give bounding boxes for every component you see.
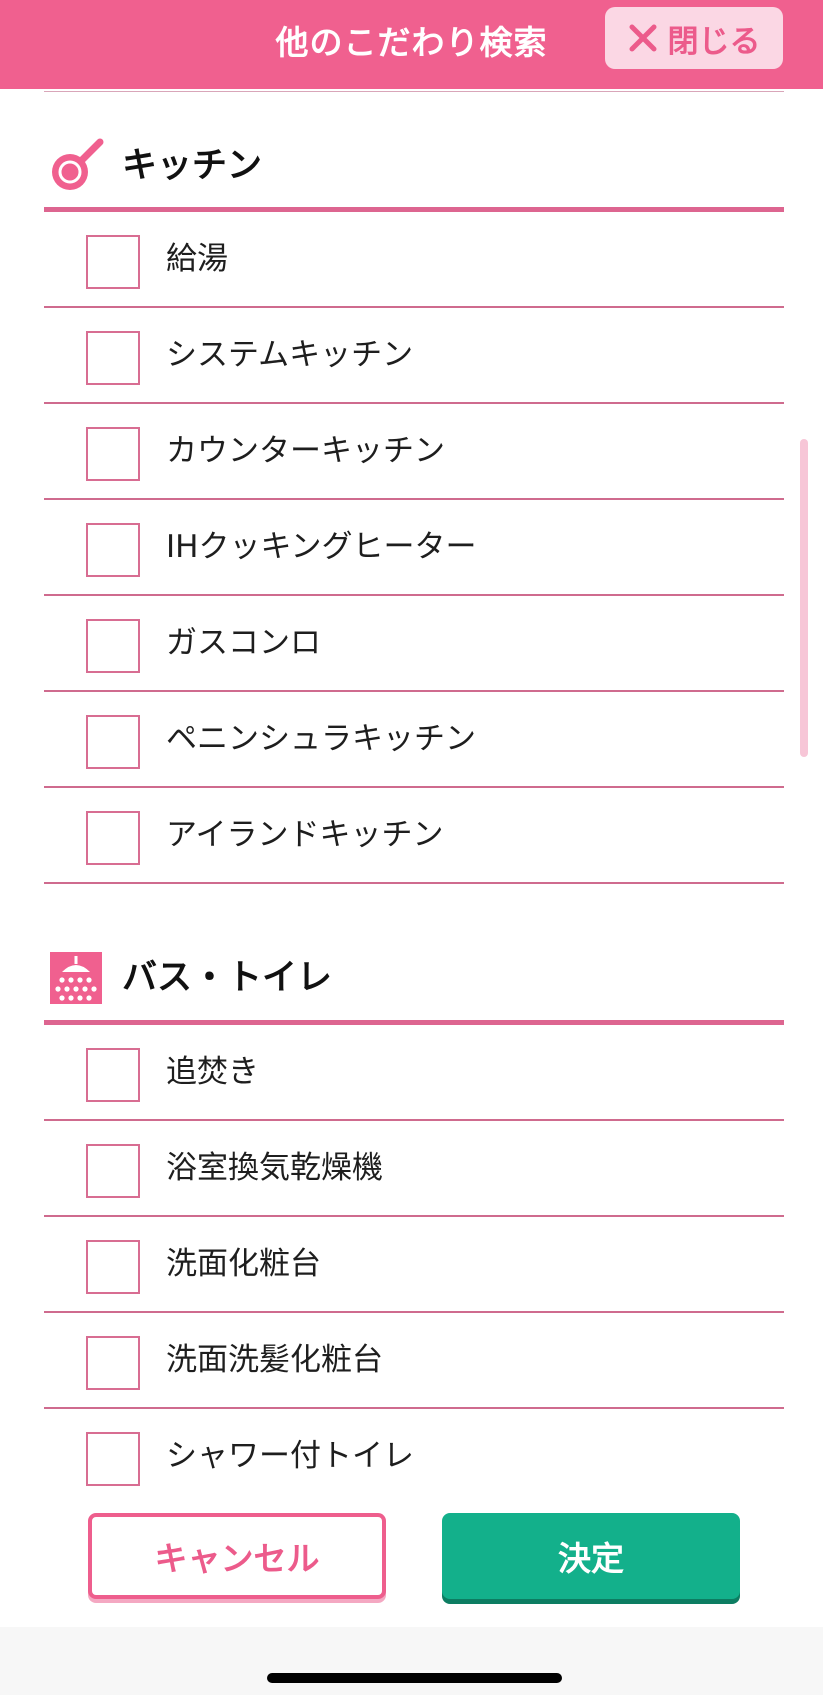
- checkbox-label: 浴室換気乾燥機: [166, 1150, 383, 1186]
- divider: [44, 91, 784, 92]
- checkbox-row[interactable]: 浴室換気乾燥機: [44, 1121, 784, 1217]
- checkbox[interactable]: [86, 235, 140, 289]
- checkbox-row[interactable]: 給湯: [44, 212, 784, 308]
- checkbox-label: IHクッキングヒーター: [166, 529, 477, 565]
- checkbox-label: ガスコンロ: [166, 625, 321, 661]
- close-icon: [629, 24, 656, 52]
- home-indicator[interactable]: [267, 1673, 562, 1683]
- checkbox-label: 洗面化粧台: [166, 1246, 321, 1282]
- filter-list[interactable]: キッチン 給湯 システムキッチン カウンターキッチン IHクッキングヒーター ガ…: [0, 89, 823, 1489]
- checkbox-row[interactable]: アイランドキッチン: [44, 788, 784, 884]
- header-bar: 他のこだわり検索 閉じる: [0, 0, 823, 89]
- checkbox-label: 洗面洗髪化粧台: [166, 1342, 383, 1378]
- checkbox-row[interactable]: システムキッチン: [44, 308, 784, 404]
- checkbox-label: アイランドキッチン: [166, 817, 444, 853]
- system-home-area: [0, 1627, 823, 1695]
- checkbox[interactable]: [86, 1240, 140, 1294]
- checkbox-label: 追焚き: [166, 1054, 259, 1090]
- checkbox-row[interactable]: ガスコンロ: [44, 596, 784, 692]
- checkbox[interactable]: [86, 1144, 140, 1198]
- footer-actions: キャンセル 決定: [0, 1489, 823, 1627]
- checkbox-row[interactable]: カウンターキッチン: [44, 404, 784, 500]
- checkbox-label: システムキッチン: [166, 337, 414, 373]
- checkbox-row[interactable]: 洗面化粧台: [44, 1217, 784, 1313]
- checkbox[interactable]: [86, 523, 140, 577]
- close-button-label: 閉じる: [667, 23, 761, 60]
- shower-icon: [50, 952, 102, 1004]
- checkbox[interactable]: [86, 811, 140, 865]
- checkbox[interactable]: [86, 1336, 140, 1390]
- checkbox-label: カウンターキッチン: [166, 433, 445, 469]
- checkbox[interactable]: [86, 1432, 140, 1486]
- checkbox-row[interactable]: 洗面洗髪化粧台: [44, 1313, 784, 1409]
- frying-pan-icon: [52, 138, 104, 190]
- confirm-button[interactable]: 決定: [442, 1513, 740, 1599]
- checkbox-label: シャワー付トイレ: [166, 1438, 414, 1474]
- checkbox-row[interactable]: シャワー付トイレ: [44, 1409, 784, 1489]
- close-button[interactable]: 閉じる: [605, 7, 783, 69]
- checkbox-row[interactable]: 追焚き: [44, 1025, 784, 1121]
- checkbox[interactable]: [86, 619, 140, 673]
- checkbox-row[interactable]: ペニンシュラキッチン: [44, 692, 784, 788]
- section-header-kitchen: キッチン: [44, 130, 784, 202]
- checkbox-row[interactable]: IHクッキングヒーター: [44, 500, 784, 596]
- checkbox-label: 給湯: [166, 241, 228, 277]
- checkbox[interactable]: [86, 1048, 140, 1102]
- checkbox[interactable]: [86, 427, 140, 481]
- section-title: キッチン: [122, 146, 263, 186]
- section-header-bath-toilet: バス・トイレ: [44, 942, 784, 1014]
- cancel-button[interactable]: キャンセル: [88, 1513, 386, 1599]
- checkbox-label: ペニンシュラキッチン: [166, 721, 476, 757]
- checkbox[interactable]: [86, 331, 140, 385]
- checkbox[interactable]: [86, 715, 140, 769]
- section-title: バス・トイレ: [122, 958, 333, 998]
- scrollbar[interactable]: [800, 439, 808, 757]
